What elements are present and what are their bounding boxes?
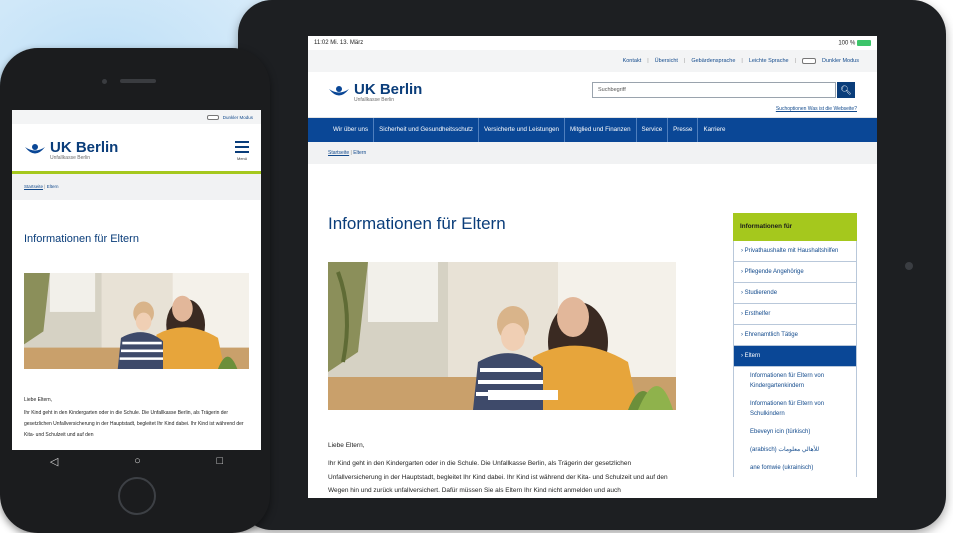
phone-logo-name: UK Berlin [50, 139, 119, 156]
nav-item-versicherte[interactable]: Versicherte und Leistungen [479, 118, 565, 142]
nav-item-sicherheit[interactable]: Sicherheit und Gesundheitsschutz [374, 118, 479, 142]
status-bar: 11:02 Mi. 13. März 100 % [308, 36, 877, 50]
utility-link-gebaerdensprache[interactable]: Gebärdensprache [691, 58, 735, 64]
sidebar-item-pflegende[interactable]: › Pflegende Angehörige [733, 262, 857, 283]
home-icon[interactable]: ○ [134, 455, 141, 467]
site-header: UK Berlin Unfallkasse Berlin Suchbegriff… [308, 72, 877, 118]
sidebar-subitem-tuerkisch[interactable]: Ebeveyn icin (türkisch) [733, 423, 857, 441]
breadcrumb: Startseite | Eltern [308, 142, 877, 164]
battery-icon [857, 39, 871, 46]
utility-bar: Kontakt | Übersicht | Gebärdensprache | Lei… [308, 50, 877, 72]
sidebar-item-studierende[interactable]: › Studierende [733, 283, 857, 304]
breadcrumb-current: Eltern [353, 150, 367, 156]
sidebar-subitem-kindergarten[interactable]: Informationen für Eltern von Kindergarte… [733, 367, 857, 395]
dark-mode-label[interactable]: Dunkler Modus [822, 58, 859, 64]
phone-home-button[interactable] [118, 477, 156, 515]
menu-label: Menü [236, 156, 247, 161]
logo-name: UK Berlin [354, 81, 423, 98]
sidebar-heading: Informationen für [733, 213, 857, 241]
phone-utility-bar: Dunkler Modus [12, 110, 261, 124]
sidebar-item-eltern[interactable]: › Eltern [733, 346, 857, 367]
phone-hero-photo [24, 273, 249, 369]
nav-item-presse[interactable]: Presse [668, 118, 699, 142]
utility-link-uebersicht[interactable]: Übersicht [655, 58, 678, 64]
hero-photo [328, 262, 676, 410]
search-input[interactable]: Suchbegriff [592, 82, 836, 98]
tablet-camera [905, 262, 913, 270]
search-icon: 🔍︎ [840, 85, 852, 95]
intro-paragraph: Ihr Kind geht in den Kindergarten oder i… [328, 460, 668, 494]
logo-mark-icon [329, 85, 349, 95]
search-options-links[interactable]: Suchoptionen Was ist die Webseite? [776, 106, 857, 112]
phone-speaker [120, 79, 156, 83]
nav-item-karriere[interactable]: Karriere [698, 118, 730, 142]
phone-greeting-text: Liebe Eltern, [24, 397, 53, 403]
site-logo[interactable]: UK Berlin Unfallkasse Berlin [328, 82, 422, 103]
breadcrumb-home[interactable]: Startseite [328, 150, 349, 156]
phone-logo-mark-icon [25, 143, 45, 153]
battery-text: 100 % [838, 40, 856, 47]
sidebar-subitem-arabisch[interactable]: (arabisch) للأهالي معلومات [733, 441, 857, 459]
phone-dark-mode-label[interactable]: Dunkler Modus [223, 115, 253, 120]
phone-breadcrumb-current: Eltern [46, 184, 59, 189]
utility-link-leichte-sprache[interactable]: Leichte Sprache [749, 58, 789, 64]
sidebar-subitem-schulkinder[interactable]: Informationen für Eltern von Schulkinder… [733, 395, 857, 423]
phone-camera [102, 79, 107, 84]
page-title: Informationen für Eltern [328, 214, 506, 233]
phone-breadcrumb: Startseite | Eltern [12, 174, 261, 200]
dark-mode-toggle[interactable] [802, 58, 816, 64]
hamburger-icon [235, 141, 249, 143]
phone-site-logo[interactable]: UK Berlin Unfallkasse Berlin [24, 140, 118, 161]
sidebar-item-ersthelfer[interactable]: › Ersthelfer [733, 304, 857, 325]
greeting-text: Liebe Eltern, [328, 442, 365, 449]
hamburger-menu-button[interactable]: Menü [235, 141, 249, 161]
nav-item-service[interactable]: Service [637, 118, 669, 142]
phone-system-nav: ◁ ○ □ [12, 450, 261, 472]
nav-item-mitglied[interactable]: Mitglied und Finanzen [565, 118, 637, 142]
phone-header: UK Berlin Unfallkasse Berlin Menü [12, 124, 261, 174]
recents-icon[interactable]: □ [216, 455, 223, 467]
nav-item-wir-ueber-uns[interactable]: Wir über uns [328, 118, 375, 142]
sidebar-item-privathaushalte[interactable]: › Privathaushalte mit Haushaltshilfen [733, 241, 857, 262]
search-button[interactable]: 🔍︎ [837, 82, 855, 98]
phone-dark-mode-toggle[interactable] [206, 114, 219, 120]
main-nav: Wir über uns Sicherheit und Gesundheitss… [308, 118, 877, 142]
back-icon[interactable]: ◁ [50, 455, 58, 468]
sidebar-nav: Informationen für › Privathaushalte mit … [733, 213, 857, 477]
sidebar-item-ehrenamtlich[interactable]: › Ehrenamtlich Tätige [733, 325, 857, 346]
tablet-screen: 11:02 Mi. 13. März 100 % Kontakt | Übersi… [308, 36, 877, 498]
phone-breadcrumb-home[interactable]: Startseite [24, 184, 43, 189]
sidebar-subitem-ukrainisch[interactable]: ane fomwie (ukrainisch) [733, 459, 857, 477]
utility-link-kontakt[interactable]: Kontakt [623, 58, 642, 64]
phone-page-title: Informationen für Eltern [24, 233, 139, 245]
phone-intro-paragraph: Ihr Kind geht in den Kindergarten oder i… [24, 410, 244, 438]
status-right: 100 % [838, 39, 871, 47]
status-time: 11:02 Mi. 13. März [314, 40, 364, 46]
